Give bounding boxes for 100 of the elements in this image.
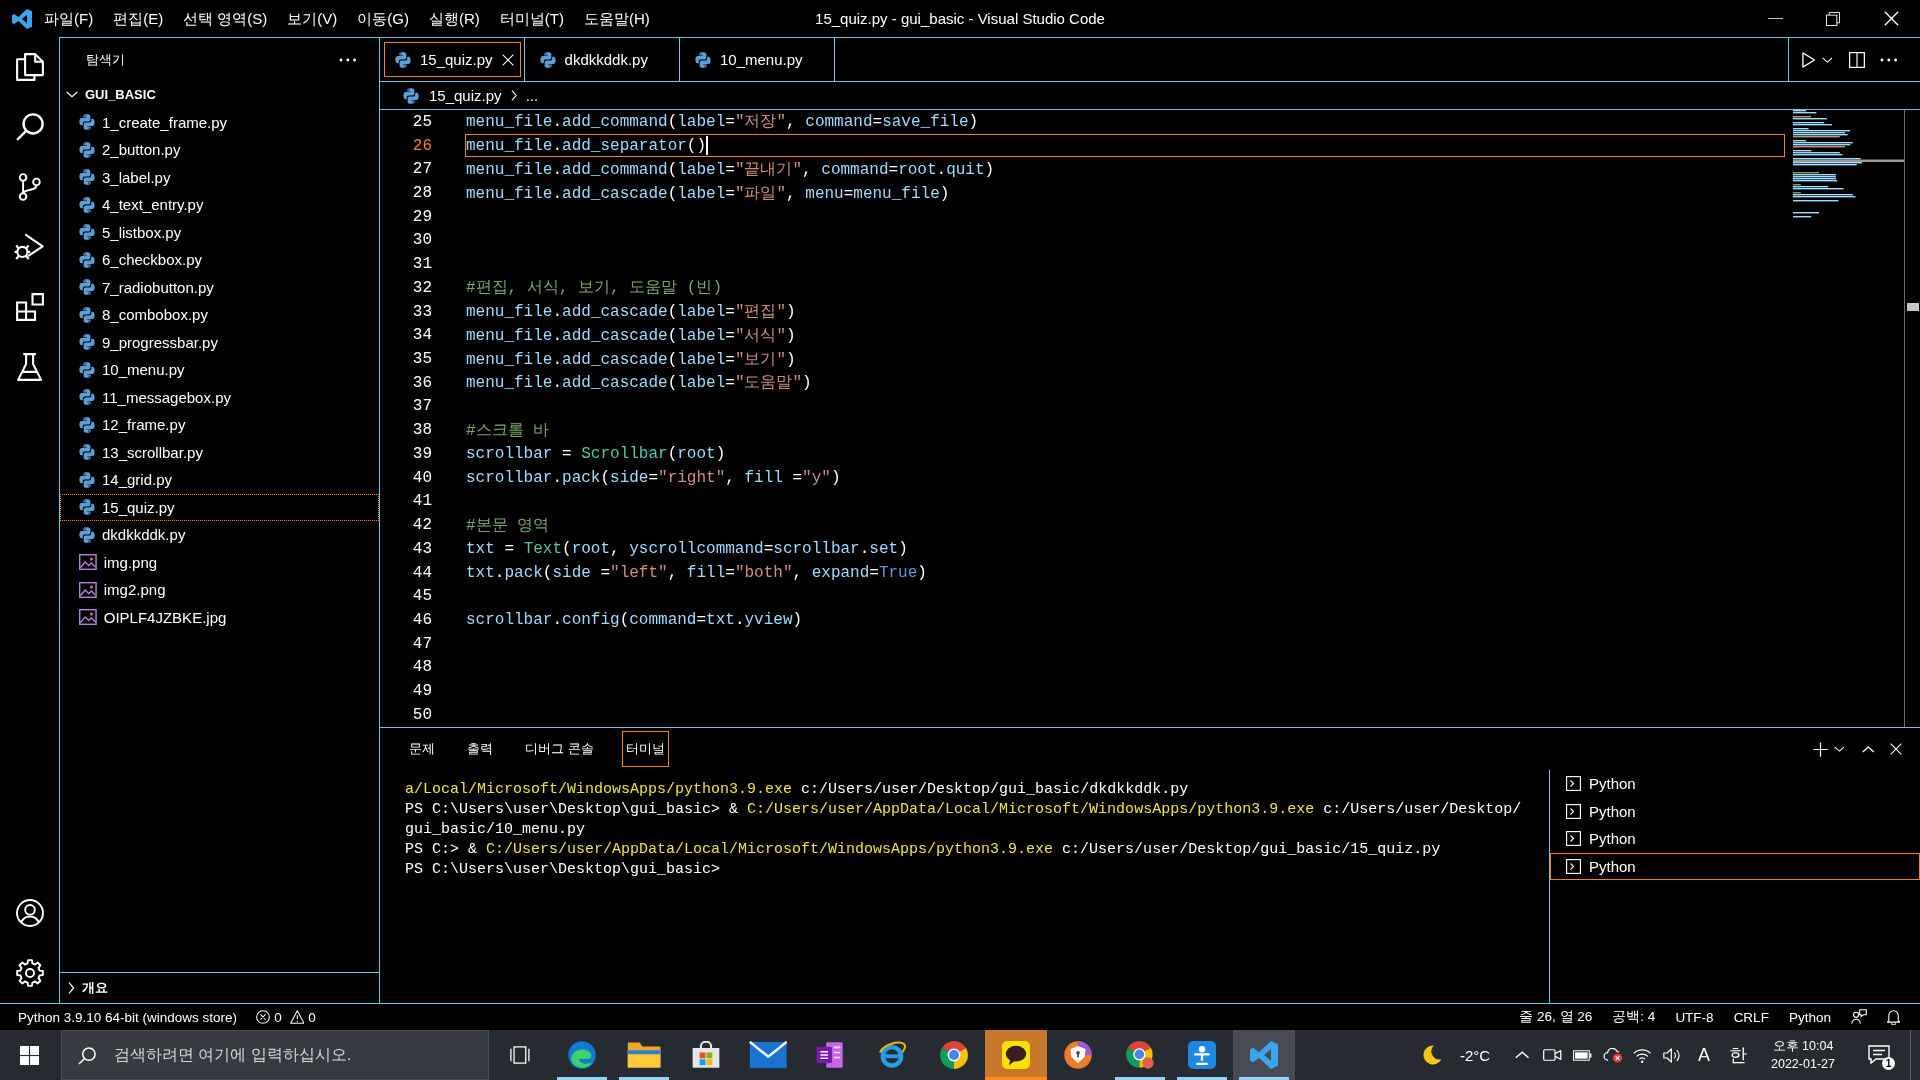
folder-item[interactable]: GUI_BASIC (60, 81, 379, 109)
minimap-drawing[interactable] (1793, 110, 1904, 218)
panel-tab[interactable]: 터미널 (621, 731, 669, 767)
clock-date[interactable]: 2022-01-27 (1771, 1055, 1835, 1073)
file-item[interactable]: 14_grid.py (60, 466, 379, 494)
file-item[interactable]: OIPLF4JZBKE.jpg (60, 603, 379, 631)
encoding-status[interactable]: UTF-8 (1675, 1009, 1714, 1025)
minimize-icon[interactable] (1767, 17, 1783, 20)
code-line: menu_file.add_cascade(label="파일", menu=menu_file) (466, 183, 950, 204)
more-actions-icon[interactable] (339, 57, 357, 62)
search-icon[interactable] (15, 113, 44, 141)
run-icon[interactable] (1802, 51, 1816, 68)
weather-temperature[interactable]: -2°C (1460, 1046, 1491, 1064)
tricolor-circle-icon (940, 1041, 968, 1069)
python-file-icon (403, 87, 419, 104)
warning-icon[interactable] (289, 1010, 305, 1024)
taskbar-app-button[interactable] (985, 1030, 1047, 1080)
cloud-error-icon[interactable] (1602, 1047, 1623, 1063)
outline-section-header[interactable]: 개요 (60, 972, 379, 1003)
extensions-icon[interactable] (15, 293, 44, 321)
file-item[interactable]: 6_checkbox.py (60, 246, 379, 274)
flask-icon[interactable] (16, 353, 43, 381)
line-number: 36 (411, 373, 432, 392)
feedback-icon[interactable] (1850, 1009, 1867, 1025)
shield-badge-icon (1064, 1041, 1092, 1069)
file-item[interactable]: 5_listbox.py (60, 218, 379, 246)
panel-tab[interactable]: 디버그 콘솔 (521, 731, 598, 767)
account-icon[interactable] (15, 899, 44, 927)
battery-icon[interactable] (1573, 1049, 1592, 1061)
panel-tab[interactable]: 문제 (405, 731, 439, 767)
file-item[interactable]: 4_text_entry.py (60, 191, 379, 219)
chevron-up-icon[interactable] (1515, 1051, 1530, 1059)
file-item[interactable]: 9_progressbar.py (60, 328, 379, 356)
terminal-instance[interactable]: Python (1550, 797, 1920, 825)
breadcrumb-item[interactable]: 15_quiz.py (403, 87, 502, 104)
settings-icon[interactable] (15, 959, 44, 987)
file-item[interactable]: 10_menu.py (60, 356, 379, 384)
file-item[interactable]: 3_label.py (60, 163, 379, 191)
bell-icon[interactable] (1886, 1009, 1900, 1025)
terminal-instance[interactable]: Python (1550, 825, 1920, 853)
menu-item[interactable]: 선택 영역(S) (173, 0, 278, 37)
breadcrumb-item[interactable]: ... (525, 87, 539, 104)
notification-icon[interactable] (1868, 1045, 1890, 1065)
code-line: txt.pack(side ="left", fill="both", expand=True) (466, 563, 927, 582)
code-line: scrollbar = Scrollbar(root) (466, 444, 726, 463)
file-item[interactable]: 15_quiz.py (60, 493, 379, 521)
indentation-status[interactable]: 공백: 4 (1612, 1008, 1656, 1026)
file-item[interactable]: 12_frame.py (60, 411, 379, 439)
source-control-icon[interactable] (18, 173, 41, 201)
file-item[interactable]: img2.png (60, 576, 379, 604)
language-mode-status[interactable]: Python (1788, 1009, 1831, 1025)
input-mode-indicator[interactable]: A (1698, 1044, 1710, 1066)
editor-tab[interactable]: 15_quiz.py (380, 38, 525, 81)
wifi-icon[interactable] (1632, 1047, 1652, 1063)
clock-time[interactable]: 오후 10:04 (1772, 1037, 1834, 1055)
file-item[interactable]: img.png (60, 548, 379, 576)
chevron-down-icon[interactable] (1833, 746, 1845, 752)
split-editor-icon[interactable] (1849, 51, 1866, 68)
file-item[interactable]: 1_create_frame.py (60, 108, 379, 136)
plus-icon[interactable] (1812, 741, 1828, 757)
menu-item[interactable]: 보기(V) (277, 0, 348, 37)
file-item[interactable]: dkdkkddk.py (60, 521, 379, 549)
menu-item[interactable]: 실행(R) (419, 0, 490, 37)
error-icon[interactable] (256, 1010, 271, 1024)
chevron-down-icon[interactable] (1821, 56, 1833, 63)
interpreter-status[interactable]: Python 3.9.10 64-bit (windows store) (18, 1009, 238, 1025)
warning-count[interactable]: 0 (308, 1009, 316, 1025)
moon-icon[interactable] (1422, 1045, 1442, 1065)
terminal-instance[interactable]: Python (1550, 770, 1920, 798)
input-language-indicator[interactable]: 한 (1729, 1043, 1747, 1067)
menu-item[interactable]: 파일(F) (34, 0, 104, 37)
line-ending-status[interactable]: CRLF (1733, 1009, 1769, 1025)
run-debug-icon[interactable] (14, 233, 45, 261)
editor-tab[interactable]: 10_menu.py (679, 38, 835, 81)
python-file-icon (79, 141, 95, 158)
restore-icon[interactable] (1826, 11, 1840, 26)
file-item[interactable]: 13_scrollbar.py (60, 438, 379, 466)
more-actions-icon[interactable] (1880, 57, 1898, 62)
video-camera-icon[interactable] (1542, 1048, 1563, 1062)
file-item[interactable]: 8_combobox.py (60, 301, 379, 329)
menu-item[interactable]: 터미널(T) (489, 0, 574, 37)
code-line: menu_file.add_cascade(label="서식") (466, 325, 796, 346)
search-field[interactable]: 검색하려면 여기에 입력하십시오. (61, 1030, 489, 1080)
menu-item[interactable]: 이동(G) (347, 0, 419, 37)
speaker-icon[interactable] (1662, 1047, 1682, 1063)
error-count[interactable]: 0 (274, 1009, 282, 1025)
menu-item[interactable]: 도움말(H) (574, 0, 660, 37)
close-icon[interactable] (501, 53, 514, 66)
files-icon[interactable] (15, 53, 44, 81)
file-item[interactable]: 7_radiobutton.py (60, 273, 379, 301)
file-item[interactable]: 11_messagebox.py (60, 383, 379, 411)
close-icon[interactable] (1883, 11, 1899, 26)
chevron-up-icon[interactable] (1862, 745, 1875, 753)
panel-tab[interactable]: 출력 (463, 731, 497, 767)
file-item[interactable]: 2_button.py (60, 136, 379, 164)
close-icon[interactable] (1890, 743, 1902, 755)
editor-tab[interactable]: dkdkkddk.py (524, 38, 680, 81)
terminal-instance[interactable]: Python (1550, 852, 1920, 880)
menu-item[interactable]: 편집(E) (103, 0, 174, 37)
cursor-position-status[interactable]: 줄 26, 열 26 (1519, 1008, 1593, 1026)
